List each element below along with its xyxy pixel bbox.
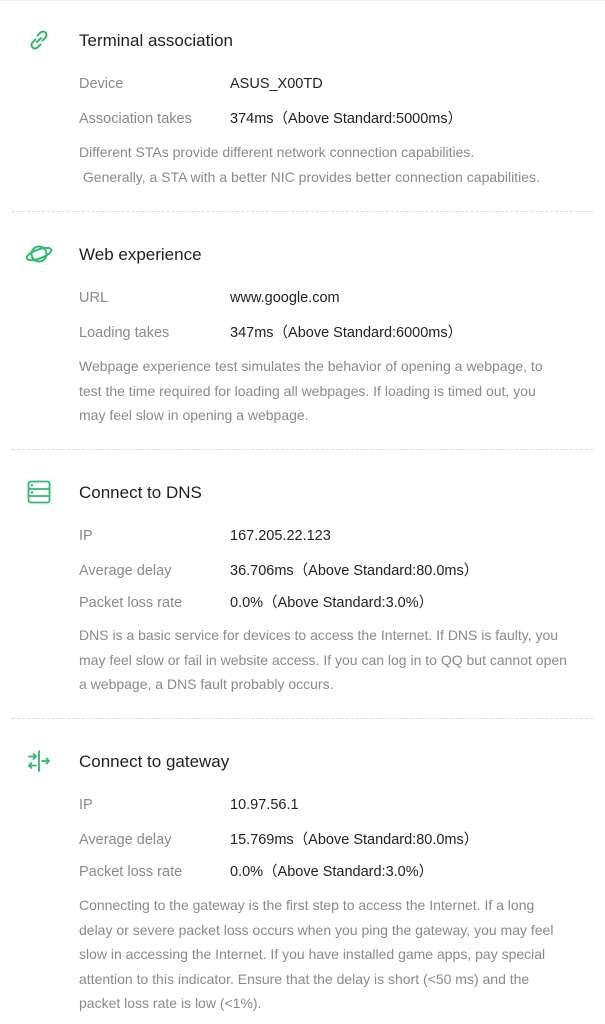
row-value: 347ms（Above Standard:6000ms） (230, 325, 463, 341)
desc-line: test the time required for loading all w… (79, 382, 536, 399)
row-label: Loading takes (79, 325, 170, 341)
row-label: Association takes (79, 111, 192, 127)
desc-line: attention to this indicator. Ensure that… (79, 970, 530, 987)
planet-icon (24, 239, 54, 269)
server-icon (24, 477, 54, 507)
desc-line: a webpage, a DNS fault probably occurs. (79, 676, 334, 692)
info-row-device: Device ASUS_X00TD (79, 76, 323, 92)
link-icon (24, 25, 54, 55)
section-title: Terminal association (79, 31, 234, 50)
desc-line: may feel slow or fail in website access.… (79, 651, 567, 668)
row-value: ASUS_X00TD (230, 76, 323, 92)
info-row-association: Association takes 374ms（Above Standard:50… (79, 107, 462, 128)
row-value: 374ms（Above Standard:5000ms） (230, 111, 463, 127)
section-divider (12, 211, 593, 212)
desc-line: packet loss rate is low (<1%). (79, 995, 262, 1011)
row-label: Packet loss rate (79, 864, 183, 880)
row-label: Packet loss rate (79, 595, 183, 611)
section-title: Connect to gateway (79, 752, 230, 771)
info-row-ip: IP 167.205.22.123 (79, 528, 331, 544)
row-label: IP (79, 797, 93, 813)
row-value: 36.706ms（Above Standard:80.0ms） (230, 563, 479, 579)
row-label: URL (79, 290, 109, 306)
section-description: Different STAs provide different network… (79, 140, 589, 189)
row-value: 10.97.56.1 (230, 797, 299, 813)
desc-line: may feel slow in opening a webpage. (79, 407, 309, 423)
row-label: Average delay (79, 832, 172, 848)
row-label: IP (79, 528, 93, 544)
section-description: DNS is a basic service for devices to ac… (79, 623, 589, 697)
desc-line: Generally, a STA with a better NIC provi… (79, 168, 540, 185)
section-divider (12, 718, 593, 719)
section-description: Webpage experience test simulates the be… (79, 354, 589, 428)
row-value: 15.769ms（Above Standard:80.0ms） (230, 832, 479, 848)
info-row-packet-loss: Packet loss rate 0.0%（Above Standard:3.0%… (79, 591, 433, 612)
row-value: 167.205.22.123 (230, 528, 331, 544)
desc-line: Different STAs provide different network… (79, 144, 475, 160)
section-title: Connect to DNS (79, 483, 202, 502)
top-divider (0, 0, 605, 1)
info-row-loading: Loading takes 347ms（Above Standard:6000ms… (79, 321, 462, 342)
info-row-ip: IP 10.97.56.1 (79, 797, 299, 813)
desc-line: Webpage experience test simulates the be… (79, 358, 543, 374)
row-label: Device (79, 76, 124, 92)
section-description: Connecting to the gateway is the first s… (79, 893, 589, 1016)
desc-line: slow in accessing the Internet. If you h… (79, 946, 546, 962)
info-row-url: URL www.google.com (79, 290, 340, 306)
info-row-packet-loss: Packet loss rate 0.0%（Above Standard:3.0%… (79, 860, 433, 881)
section-divider (12, 449, 593, 450)
row-label: Average delay (79, 563, 172, 579)
row-value: 0.0%（Above Standard:3.0%） (230, 864, 434, 880)
desc-line: delay or severe packet loss occurs when … (79, 921, 554, 938)
info-row-average-delay: Average delay 15.769ms（Above Standard:80.… (79, 828, 478, 849)
desc-line: DNS is a basic service for devices to ac… (79, 627, 559, 643)
desc-line: Connecting to the gateway is the first s… (79, 897, 535, 913)
gateway-arrows-icon (24, 746, 54, 776)
row-value: www.google.com (230, 290, 340, 306)
info-row-average-delay: Average delay 36.706ms（Above Standard:80.… (79, 559, 478, 580)
section-title: Web experience (79, 245, 202, 264)
row-value: 0.0%（Above Standard:3.0%） (230, 595, 434, 611)
